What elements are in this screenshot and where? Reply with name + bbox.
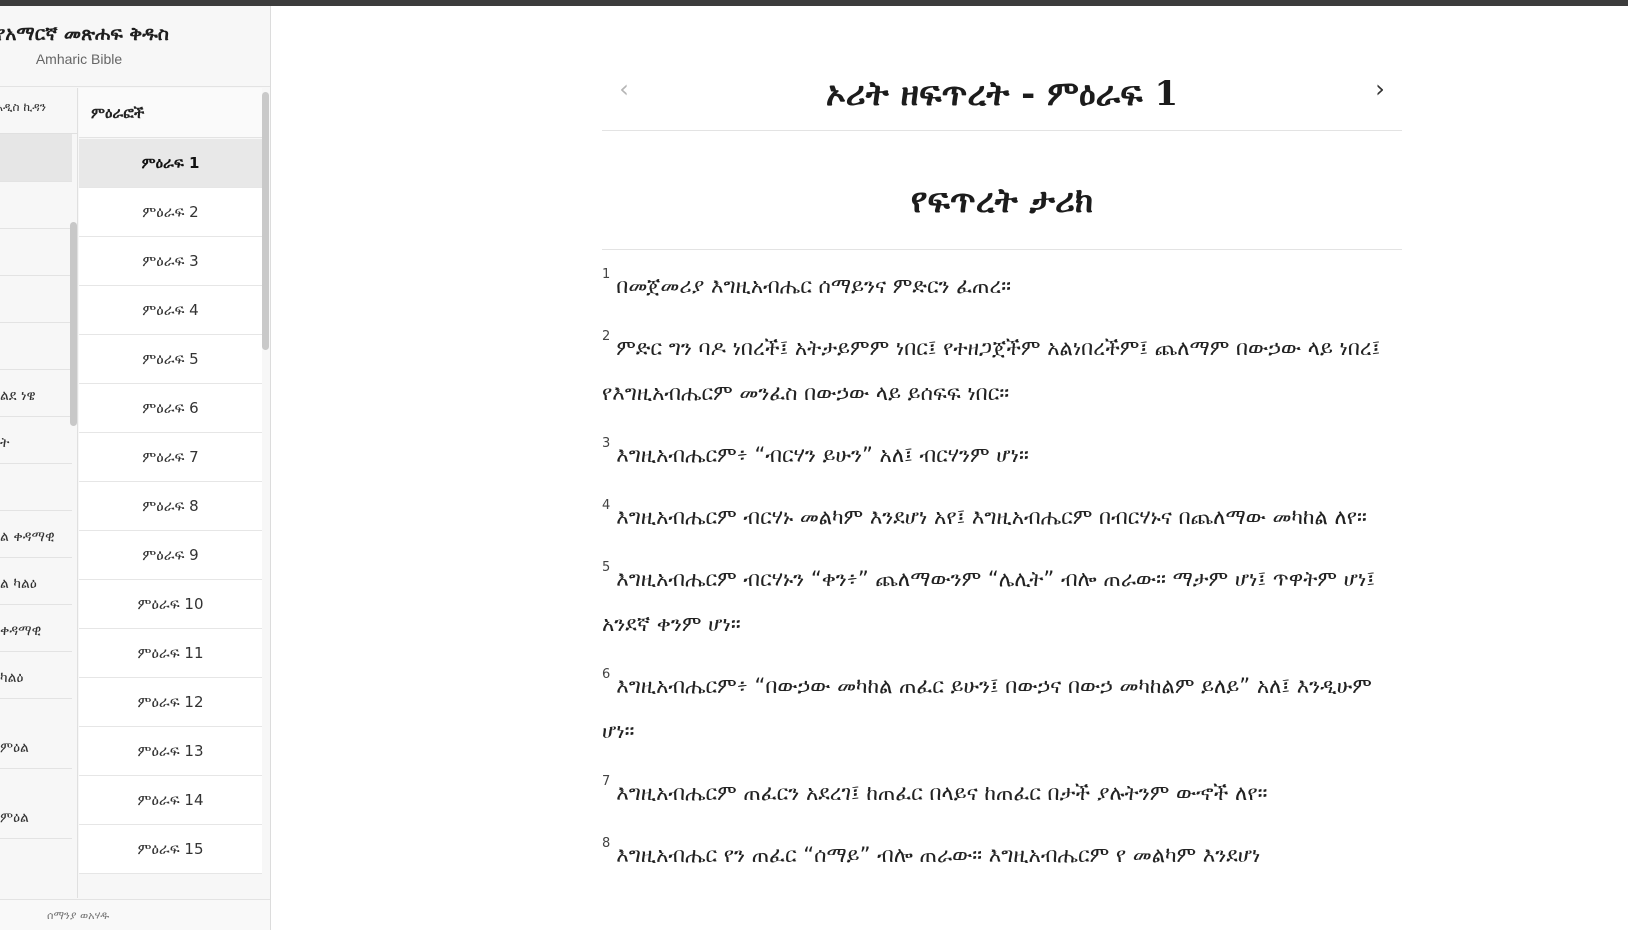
verse-number: 3 [602,436,611,451]
brand-header: የአማርኛ መጽሐፍ ቅዱስ Amharic Bible [0,6,270,87]
chapters-header-label: ምዕራፎች [91,104,145,122]
book-item-label: ት [0,435,10,451]
next-chapter-icon[interactable]: › [1366,76,1394,104]
verse-text: በመጀመሪያ እግዚአብሔር ሰማይንና ምድርን ፈጠረ። [616,274,1012,298]
verse-number: 8 [602,836,611,851]
verse: 3 እግዚአብሔርም፥ “ብርሃን ይሁን” አለ፤ ብርሃንም ሆነ። [602,433,1402,478]
sidebar-footer: ሰማንያ ወአሃዱ [0,899,270,930]
verse-number: 6 [602,667,611,682]
section-header: የፍጥረት ታሪክ [602,132,1402,250]
chapter-item-7[interactable]: ምዕራፍ 7 [79,433,262,482]
chapter-list: ምዕራፍ 1 ምዕራፍ 2 ምዕራፍ 3 ምዕራፍ 4 ምዕራፍ 5 ምዕራፍ 6 ምዕራፍ… [79,139,262,874]
verse-list: 1 በመጀመሪያ እግዚአብሔር ሰማይንና ምድርን ፈጠረ። 2 ምድር ግን ባ… [602,264,1402,895]
chapter-item-8[interactable]: ምዕራፍ 8 [79,482,262,531]
chapter-item-13[interactable]: ምዕራፍ 13 [79,727,262,776]
verse: 2 ምድር ግን ባዶ ነበረች፤ አትታይምም ነበር፤ የተዘጋጀችም አልነ… [602,326,1402,416]
book-item-label: ምዕል [0,810,29,826]
book-item[interactable] [0,229,72,276]
verse-number: 2 [602,329,611,344]
chapter-item-12[interactable]: ምዕራፍ 12 [79,678,262,727]
chapters-scrollbar[interactable] [262,92,269,350]
chapter-item-2[interactable]: ምዕራፍ 2 [79,188,262,237]
tab-new-testament[interactable]: አዲስ ኪዳን [0,100,46,115]
book-item[interactable]: ካልዕ [0,652,72,699]
books-list: አዲስ ኪዳን ልደ ነዌ ት ል ቀዳማዊ ል ካልዕ ቀዳማዊ ካልዕ ምዕል ምዕል [0,88,78,898]
reader-main: ‹ ኦሪት ዘፍጥረት - ምዕራፍ 1 › የፍጥረት ታሪክ 1 በመጀመሪያ… [272,6,1628,930]
chapter-item-14[interactable]: ምዕራፍ 14 [79,776,262,825]
verse-number: 5 [602,560,611,575]
verse-text: እግዚአብሔርም ጠፈርን አደረገ፤ ከጠፈር በላይና ከጠፈር በታች ያ… [616,781,1268,805]
book-item[interactable]: ት [0,417,72,464]
books-scrollbar[interactable] [70,222,77,426]
sidebar: የአማርኛ መጽሐፍ ቅዱስ Amharic Bible አዲስ ኪዳን ልደ … [0,6,271,930]
verse-text: እግዚአብሔርም፥ “ብርሃን ይሁን” አለ፤ ብርሃንም ሆነ። [616,443,1029,467]
verse: 4 እግዚአብሔርም ብርሃኑ መልካም እንደሆነ አየ፤ እግዚአብሔርም በ… [602,495,1402,540]
section-title: የፍጥረት ታሪክ [910,181,1094,221]
verse-number: 7 [602,774,611,789]
book-item[interactable]: ምዕል [0,699,72,769]
verse-number: 4 [602,498,611,513]
chapter-item-9[interactable]: ምዕራፍ 9 [79,531,262,580]
book-item[interactable] [0,134,72,182]
chapter-item-11[interactable]: ምዕራፍ 11 [79,629,262,678]
chapter-item-10[interactable]: ምዕራፍ 10 [79,580,262,629]
verse: 1 በመጀመሪያ እግዚአብሔር ሰማይንና ምድርን ፈጠረ። [602,264,1402,309]
verse-number: 1 [602,267,611,282]
book-item[interactable] [0,182,72,229]
verse: 6 እግዚአብሔርም፥ “በውኃው መካከል ጠፈር ይሁን፤ በውኃና በውኃ … [602,664,1402,754]
book-item[interactable]: ምዕል [0,769,72,839]
chapters-header: ምዕራፎች [79,88,262,138]
book-item[interactable]: ቀዳማዊ [0,605,72,652]
chapters-list: ምዕራፎች ምዕራፍ 1 ምዕራፍ 2 ምዕራፍ 3 ምዕራፍ 4 ምዕራፍ 5 ምዕራፍ… [79,88,270,898]
book-item[interactable] [0,323,72,370]
verse-text: እግዚአብሔርም፥ “በውኃው መካከል ጠፈር ይሁን፤ በውኃና በውኃ መ… [602,674,1372,743]
chapter-title: ኦሪት ዘፍጥረት - ምዕራፍ 1 [825,74,1179,114]
verse-text: ምድር ግን ባዶ ነበረች፤ አትታይምም ነበር፤ የተዘጋጀችም አልነበ… [602,336,1381,405]
book-item[interactable] [0,464,72,511]
app-subtitle: Amharic Bible [35,51,123,67]
book-item-label: ካልዕ [0,670,24,686]
chapter-item-4[interactable]: ምዕራፍ 4 [79,286,262,335]
book-item[interactable]: ልደ ነዌ [0,370,72,417]
book-item-label: ቀዳማዊ [0,623,42,639]
chapter-item-3[interactable]: ምዕራፍ 3 [79,237,262,286]
verse: 7 እግዚአብሔርም ጠፈርን አደረገ፤ ከጠፈር በላይና ከጠፈር በታች … [602,771,1402,816]
book-item[interactable] [0,276,72,323]
chapter-item-5[interactable]: ምዕራፍ 5 [79,335,262,384]
chapter-item-1[interactable]: ምዕራፍ 1 [79,139,262,188]
verse-text: እግዚአብሔርም ብርሃኑ መልካም እንደሆነ አየ፤ እግዚአብሔርም በብ… [616,505,1367,529]
chapter-item-15[interactable]: ምዕራፍ 15 [79,825,262,874]
book-item-label: ል ካልዕ [0,576,37,592]
chapter-item-6[interactable]: ምዕራፍ 6 [79,384,262,433]
book-item-label: ምዕል [0,740,29,756]
verse-text: እግዚአብሔርም ብርሃኑን “ቀን፥” ጨለማውንም “ሌሊት” ብሎ ጠራው… [602,567,1375,636]
book-item-label: ል ቀዳማዊ [0,529,55,545]
verse: 5 እግዚአብሔርም ብርሃኑን “ቀን፥” ጨለማውንም “ሌሊት” ብሎ ጠራ… [602,557,1402,647]
app-title: የአማርኛ መጽሐፍ ቅዱስ [0,23,169,45]
verse: 8 እግዚአብሔር የን ጠፈር “ሰማይ” ብሎ ጠራው። እግዚአብሔርም የ… [602,833,1402,878]
verse-text: እግዚአብሔር የን ጠፈር “ሰማይ” ብሎ ጠራው። እግዚአብሔርም የ … [616,843,1261,867]
book-item[interactable]: ል ቀዳማዊ [0,511,72,558]
book-item[interactable]: ል ካልዕ [0,558,72,605]
chapter-nav: ‹ ኦሪት ዘፍጥረት - ምዕራፍ 1 › [602,54,1402,131]
book-item-label: ልደ ነዌ [0,388,36,404]
footer-text: ሰማንያ ወአሃዱ [47,909,110,922]
